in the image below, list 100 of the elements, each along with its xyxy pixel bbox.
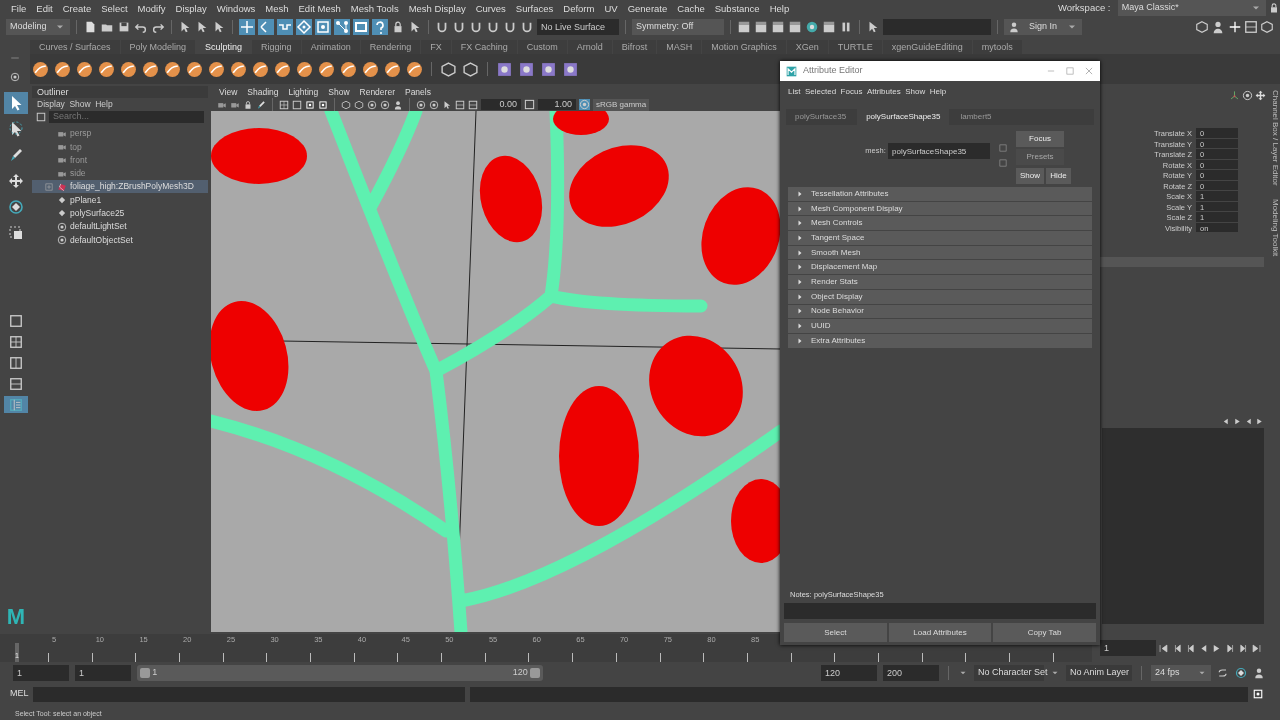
filter-icon[interactable] xyxy=(36,112,46,122)
view-icon[interactable] xyxy=(468,99,478,110)
shelf-tab[interactable]: Rendering xyxy=(360,40,421,54)
shelf-tab[interactable]: Animation xyxy=(301,40,360,54)
brush-icon[interactable] xyxy=(76,60,93,78)
end-frame-field[interactable]: 200 xyxy=(883,665,939,681)
brush-icon[interactable] xyxy=(142,60,159,78)
magnet-icon[interactable] xyxy=(503,20,517,34)
outliner-item[interactable]: top xyxy=(32,140,208,154)
brush-icon[interactable] xyxy=(54,60,71,78)
menu-item[interactable]: Show xyxy=(69,98,91,110)
end-frame-field[interactable]: 120 xyxy=(821,665,877,681)
magnet-icon[interactable] xyxy=(486,20,500,34)
menu-item[interactable]: Edit Mesh xyxy=(293,0,346,16)
menu-item[interactable]: Help xyxy=(929,86,947,98)
person-icon[interactable] xyxy=(1253,667,1265,679)
section-header[interactable]: Smooth Mesh xyxy=(788,245,1092,260)
brush-icon[interactable] xyxy=(384,60,401,78)
brush-icon[interactable] xyxy=(230,60,247,78)
tool-icon[interactable] xyxy=(496,60,513,78)
outliner-item[interactable]: defaultLightSet xyxy=(32,220,208,234)
brush-icon[interactable] xyxy=(120,60,137,78)
menu-item[interactable]: Mesh xyxy=(260,0,294,16)
render-icon[interactable] xyxy=(805,20,819,34)
clapper-icon[interactable] xyxy=(788,20,802,34)
axes-icon[interactable] xyxy=(1228,90,1240,101)
brush-icon[interactable] xyxy=(362,60,379,78)
playback-icon[interactable] xyxy=(1237,642,1249,654)
tool-icon[interactable] xyxy=(256,99,266,110)
shelf-tab[interactable]: MASH xyxy=(657,40,702,54)
tool-icon[interactable] xyxy=(540,60,557,78)
clapper-icon[interactable] xyxy=(754,20,768,34)
shelf-tab[interactable]: Motion Graphics xyxy=(702,40,786,54)
select-tool[interactable] xyxy=(4,92,28,114)
range-slider[interactable]: 1 120 xyxy=(137,665,543,681)
clapper-icon[interactable] xyxy=(737,20,751,34)
anim-layer-dropdown[interactable]: No Anim Layer xyxy=(1066,665,1132,681)
action-button[interactable]: Hide xyxy=(1046,167,1071,184)
section-header[interactable]: Object Display xyxy=(788,289,1092,304)
side-tab[interactable]: Channel Box / Layer Editor xyxy=(1269,90,1280,186)
display-icon[interactable] xyxy=(279,99,289,110)
brush-icon[interactable] xyxy=(340,60,357,78)
menu-item[interactable]: List xyxy=(788,86,801,98)
clapper-icon[interactable] xyxy=(771,20,785,34)
settings-icon[interactable] xyxy=(1235,667,1247,679)
channel-icon[interactable] xyxy=(1241,90,1253,101)
shelf-tab[interactable]: Arnold xyxy=(567,40,612,54)
menu-item[interactable]: Substance xyxy=(709,0,765,16)
menu-item[interactable]: Modify xyxy=(132,0,171,16)
view-icon[interactable] xyxy=(416,99,426,110)
side-tab[interactable]: Modeling Toolkit xyxy=(1269,199,1280,257)
menu-item[interactable]: Shading xyxy=(247,86,279,98)
view-icon[interactable] xyxy=(455,99,465,110)
shading-icon[interactable] xyxy=(354,99,364,110)
sign-in-button[interactable]: Sign In xyxy=(1004,19,1082,35)
brush-icon[interactable] xyxy=(164,60,181,78)
action-button[interactable]: Focus xyxy=(1016,131,1064,147)
fps-dropdown[interactable]: 24 fps xyxy=(1151,665,1211,681)
magnet-icon[interactable] xyxy=(520,20,534,34)
channel-icon[interactable] xyxy=(1255,90,1266,101)
shelf-tab[interactable]: Rigging xyxy=(252,40,301,54)
gamma-field[interactable]: 1.00 xyxy=(538,99,576,110)
action-button[interactable]: Show xyxy=(1016,167,1044,184)
magnet-icon[interactable] xyxy=(435,20,449,34)
outliner-item[interactable]: side xyxy=(32,166,208,181)
tool-icon[interactable] xyxy=(462,60,479,78)
brush-icon[interactable] xyxy=(296,60,313,78)
shelf-tab[interactable]: TURTLE xyxy=(828,40,882,54)
menu-item[interactable]: Help xyxy=(95,98,113,110)
snap-icon[interactable] xyxy=(296,19,312,35)
menu-item[interactable]: Select xyxy=(96,0,133,16)
outliner-item[interactable]: front xyxy=(32,153,208,167)
footer-button[interactable]: Load Attributes xyxy=(888,623,992,642)
snap-icon[interactable] xyxy=(334,19,350,35)
shelf-tab[interactable]: Bifrost xyxy=(612,40,657,54)
menu-item[interactable]: Display xyxy=(170,0,212,16)
exposure-field[interactable]: 0.00 xyxy=(481,99,521,110)
section-header[interactable]: Displacement Map xyxy=(788,260,1092,275)
lock-icon[interactable] xyxy=(1268,2,1280,14)
color-management-icon[interactable] xyxy=(579,99,590,110)
live-surface-field[interactable]: No Live Surface xyxy=(537,19,619,35)
shelf-tab[interactable]: Poly Modeling xyxy=(120,40,196,54)
tool-icon[interactable] xyxy=(518,60,535,78)
brush-icon[interactable] xyxy=(252,60,269,78)
shelf-tab[interactable]: FX xyxy=(421,40,451,54)
command-field[interactable] xyxy=(33,686,465,702)
magnet-icon[interactable] xyxy=(452,20,466,34)
magnet-icon[interactable] xyxy=(469,20,483,34)
section-header[interactable]: Render Stats xyxy=(788,275,1092,289)
playback-icon[interactable] xyxy=(1224,642,1236,654)
snap-icon[interactable] xyxy=(315,19,331,35)
language-label[interactable]: MEL xyxy=(10,687,29,701)
clapper-icon[interactable] xyxy=(822,20,836,34)
snap-icon[interactable] xyxy=(353,19,369,35)
shelf-tab[interactable]: XGen xyxy=(786,40,828,54)
footer-button[interactable]: Copy Tab xyxy=(993,623,1096,642)
symmetry-dropdown[interactable]: Symmetry: Off xyxy=(632,19,724,35)
shelf-tab[interactable]: Curves / Surfaces xyxy=(30,40,120,54)
start-frame-field[interactable]: 1 xyxy=(13,665,69,681)
current-frame-field[interactable]: 1 xyxy=(1100,640,1156,656)
